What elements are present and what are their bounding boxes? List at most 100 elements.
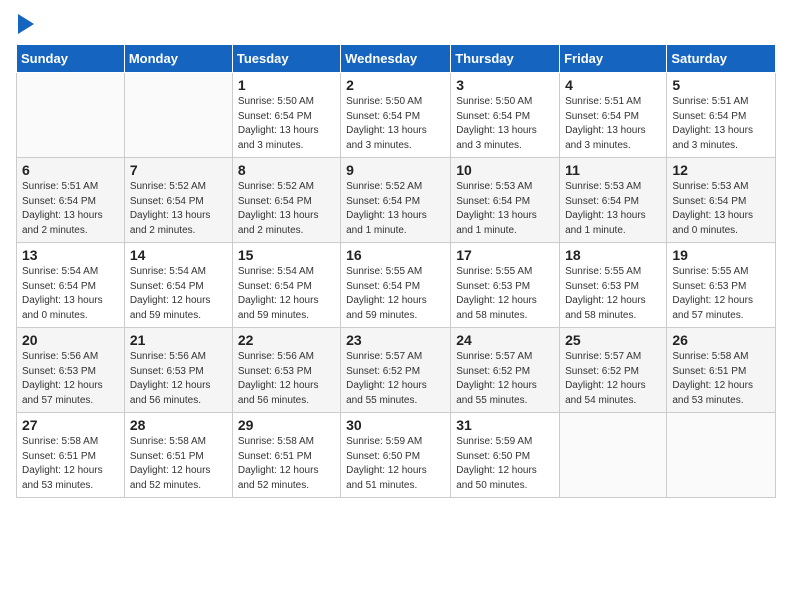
day-number: 9: [346, 162, 445, 178]
calendar-cell: 26 Sunrise: 5:58 AM Sunset: 6:51 PM Dayli…: [667, 328, 776, 413]
calendar-table: SundayMondayTuesdayWednesdayThursdayFrid…: [16, 44, 776, 498]
calendar-header-row: SundayMondayTuesdayWednesdayThursdayFrid…: [17, 45, 776, 73]
calendar-cell: [124, 73, 232, 158]
calendar-cell: 11Sunrise: 5:53 AM Sunset: 6:54 PM Dayli…: [560, 158, 667, 243]
day-number: 30: [346, 417, 445, 433]
calendar-cell: 9 Sunrise: 5:52 AM Sunset: 6:54 PM Daylig…: [341, 158, 451, 243]
day-number: 13: [22, 247, 119, 263]
calendar-cell: 2 Sunrise: 5:50 AM Sunset: 6:54 PM Daylig…: [341, 73, 451, 158]
calendar-cell: 3 Sunrise: 5:50 AM Sunset: 6:54 PM Daylig…: [451, 73, 560, 158]
day-number: 31: [456, 417, 554, 433]
calendar-cell: 6 Sunrise: 5:51 AM Sunset: 6:54 PM Daylig…: [17, 158, 125, 243]
calendar-cell: 25 Sunrise: 5:57 AM Sunset: 6:52 PM Dayli…: [560, 328, 667, 413]
day-number: 24: [456, 332, 554, 348]
day-info: Sunrise: 5:55 AM Sunset: 6:54 PM Dayligh…: [346, 265, 445, 323]
day-number: 2: [346, 77, 445, 93]
day-info: Sunrise: 5:54 AM Sunset: 6:54 PM Dayligh…: [130, 265, 227, 323]
calendar-cell: [560, 413, 667, 498]
day-number: 27: [22, 417, 119, 433]
day-info: Sunrise: 5:51 AM Sunset: 6:54 PM Dayligh…: [22, 180, 119, 238]
calendar-cell: 4 Sunrise: 5:51 AM Sunset: 6:54 PM Daylig…: [560, 73, 667, 158]
day-info: Sunrise: 5:55 AM Sunset: 6:53 PM Dayligh…: [672, 265, 770, 323]
day-info: Sunrise: 5:53 AM Sunset: 6:54 PM Dayligh…: [456, 180, 554, 238]
weekday-header-sunday: Sunday: [17, 45, 125, 73]
calendar-cell: 31 Sunrise: 5:59 AM Sunset: 6:50 PM Dayli…: [451, 413, 560, 498]
calendar-week-1: 1 Sunrise: 5:50 AM Sunset: 6:54 PM Daylig…: [17, 73, 776, 158]
calendar-body: 1 Sunrise: 5:50 AM Sunset: 6:54 PM Daylig…: [17, 73, 776, 498]
calendar-cell: 14 Sunrise: 5:54 AM Sunset: 6:54 PM Dayli…: [124, 243, 232, 328]
day-info: Sunrise: 5:54 AM Sunset: 6:54 PM Dayligh…: [238, 265, 335, 323]
day-info: Sunrise: 5:52 AM Sunset: 6:54 PM Dayligh…: [346, 180, 445, 238]
calendar-cell: 28 Sunrise: 5:58 AM Sunset: 6:51 PM Dayli…: [124, 413, 232, 498]
calendar-cell: 7Sunrise: 5:52 AM Sunset: 6:54 PM Daylig…: [124, 158, 232, 243]
day-info: Sunrise: 5:51 AM Sunset: 6:54 PM Dayligh…: [672, 95, 770, 153]
calendar-cell: 15Sunrise: 5:54 AM Sunset: 6:54 PM Dayli…: [232, 243, 340, 328]
day-info: Sunrise: 5:59 AM Sunset: 6:50 PM Dayligh…: [456, 435, 554, 493]
day-info: Sunrise: 5:50 AM Sunset: 6:54 PM Dayligh…: [238, 95, 335, 153]
calendar-cell: 10Sunrise: 5:53 AM Sunset: 6:54 PM Dayli…: [451, 158, 560, 243]
day-info: Sunrise: 5:58 AM Sunset: 6:51 PM Dayligh…: [672, 350, 770, 408]
day-info: Sunrise: 5:51 AM Sunset: 6:54 PM Dayligh…: [565, 95, 661, 153]
day-number: 6: [22, 162, 119, 178]
day-number: 14: [130, 247, 227, 263]
calendar-cell: 13 Sunrise: 5:54 AM Sunset: 6:54 PM Dayli…: [17, 243, 125, 328]
day-number: 19: [672, 247, 770, 263]
weekday-header-tuesday: Tuesday: [232, 45, 340, 73]
calendar-cell: 12 Sunrise: 5:53 AM Sunset: 6:54 PM Dayli…: [667, 158, 776, 243]
logo: [16, 16, 34, 34]
weekday-header-friday: Friday: [560, 45, 667, 73]
day-number: 28: [130, 417, 227, 433]
day-info: Sunrise: 5:55 AM Sunset: 6:53 PM Dayligh…: [456, 265, 554, 323]
day-number: 4: [565, 77, 661, 93]
day-info: Sunrise: 5:57 AM Sunset: 6:52 PM Dayligh…: [456, 350, 554, 408]
day-info: Sunrise: 5:50 AM Sunset: 6:54 PM Dayligh…: [456, 95, 554, 153]
calendar-week-3: 13 Sunrise: 5:54 AM Sunset: 6:54 PM Dayli…: [17, 243, 776, 328]
day-number: 18: [565, 247, 661, 263]
day-number: 22: [238, 332, 335, 348]
day-info: Sunrise: 5:56 AM Sunset: 6:53 PM Dayligh…: [238, 350, 335, 408]
weekday-header-thursday: Thursday: [451, 45, 560, 73]
calendar-cell: 5 Sunrise: 5:51 AM Sunset: 6:54 PM Daylig…: [667, 73, 776, 158]
day-info: Sunrise: 5:58 AM Sunset: 6:51 PM Dayligh…: [130, 435, 227, 493]
weekday-header-monday: Monday: [124, 45, 232, 73]
calendar-cell: 21Sunrise: 5:56 AM Sunset: 6:53 PM Dayli…: [124, 328, 232, 413]
logo-arrow-icon: [18, 14, 34, 34]
day-info: Sunrise: 5:54 AM Sunset: 6:54 PM Dayligh…: [22, 265, 119, 323]
day-number: 12: [672, 162, 770, 178]
day-info: Sunrise: 5:57 AM Sunset: 6:52 PM Dayligh…: [346, 350, 445, 408]
calendar-week-2: 6 Sunrise: 5:51 AM Sunset: 6:54 PM Daylig…: [17, 158, 776, 243]
calendar-cell: 17 Sunrise: 5:55 AM Sunset: 6:53 PM Dayli…: [451, 243, 560, 328]
day-info: Sunrise: 5:59 AM Sunset: 6:50 PM Dayligh…: [346, 435, 445, 493]
calendar-cell: [17, 73, 125, 158]
day-info: Sunrise: 5:52 AM Sunset: 6:54 PM Dayligh…: [130, 180, 227, 238]
day-number: 16: [346, 247, 445, 263]
day-number: 26: [672, 332, 770, 348]
calendar-week-5: 27 Sunrise: 5:58 AM Sunset: 6:51 PM Dayli…: [17, 413, 776, 498]
calendar-cell: 27Sunrise: 5:58 AM Sunset: 6:51 PM Dayli…: [17, 413, 125, 498]
day-number: 3: [456, 77, 554, 93]
day-number: 25: [565, 332, 661, 348]
day-info: Sunrise: 5:52 AM Sunset: 6:54 PM Dayligh…: [238, 180, 335, 238]
calendar-cell: 30 Sunrise: 5:59 AM Sunset: 6:50 PM Dayli…: [341, 413, 451, 498]
day-number: 5: [672, 77, 770, 93]
day-info: Sunrise: 5:56 AM Sunset: 6:53 PM Dayligh…: [130, 350, 227, 408]
calendar-cell: 8Sunrise: 5:52 AM Sunset: 6:54 PM Daylig…: [232, 158, 340, 243]
calendar-cell: 16 Sunrise: 5:55 AM Sunset: 6:54 PM Dayli…: [341, 243, 451, 328]
page-header: [16, 16, 776, 34]
day-info: Sunrise: 5:58 AM Sunset: 6:51 PM Dayligh…: [238, 435, 335, 493]
day-info: Sunrise: 5:50 AM Sunset: 6:54 PM Dayligh…: [346, 95, 445, 153]
day-number: 29: [238, 417, 335, 433]
day-info: Sunrise: 5:53 AM Sunset: 6:54 PM Dayligh…: [672, 180, 770, 238]
day-info: Sunrise: 5:56 AM Sunset: 6:53 PM Dayligh…: [22, 350, 119, 408]
calendar-cell: 1 Sunrise: 5:50 AM Sunset: 6:54 PM Daylig…: [232, 73, 340, 158]
day-info: Sunrise: 5:53 AM Sunset: 6:54 PM Dayligh…: [565, 180, 661, 238]
weekday-header-wednesday: Wednesday: [341, 45, 451, 73]
day-number: 17: [456, 247, 554, 263]
day-number: 23: [346, 332, 445, 348]
weekday-header-saturday: Saturday: [667, 45, 776, 73]
day-number: 1: [238, 77, 335, 93]
day-info: Sunrise: 5:57 AM Sunset: 6:52 PM Dayligh…: [565, 350, 661, 408]
calendar-cell: 19 Sunrise: 5:55 AM Sunset: 6:53 PM Dayli…: [667, 243, 776, 328]
calendar-cell: 20Sunrise: 5:56 AM Sunset: 6:53 PM Dayli…: [17, 328, 125, 413]
calendar-cell: 18Sunrise: 5:55 AM Sunset: 6:53 PM Dayli…: [560, 243, 667, 328]
